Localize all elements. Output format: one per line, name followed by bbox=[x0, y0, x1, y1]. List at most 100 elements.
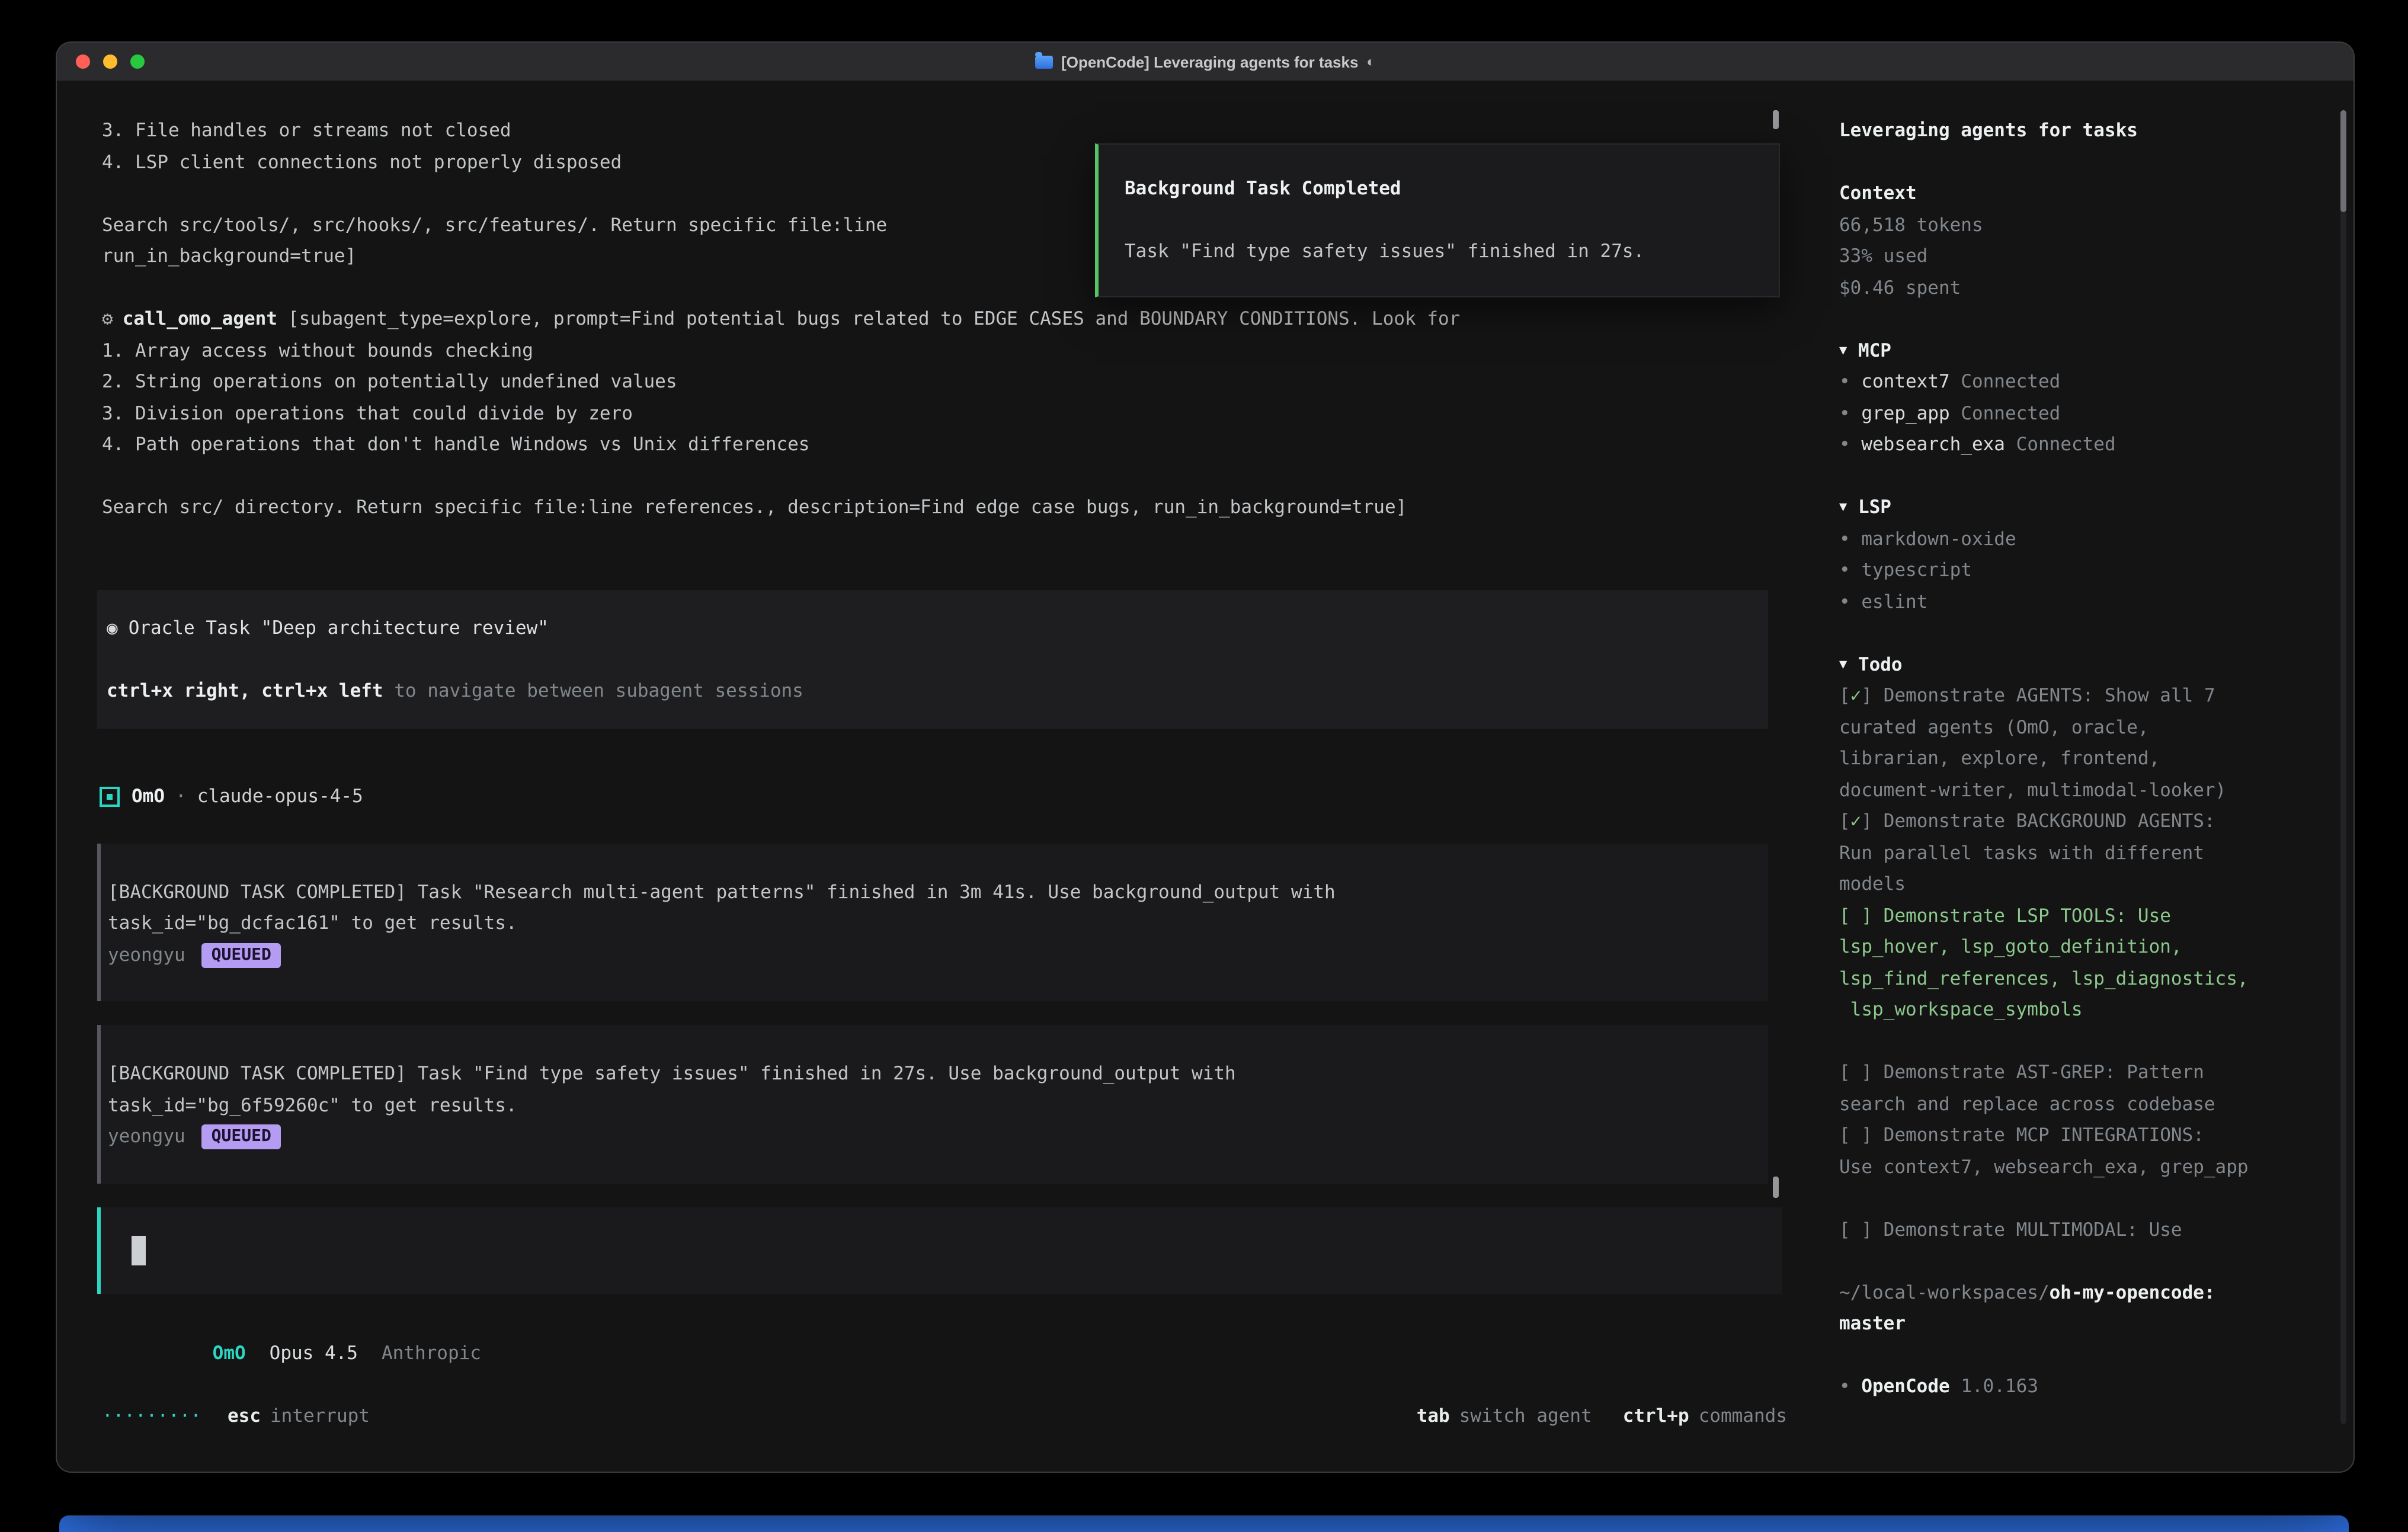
todo-item-line: [✓] Demonstrate BACKGROUND AGENTS: bbox=[1839, 806, 2332, 837]
tool-name: call_omo_agent bbox=[123, 308, 277, 329]
terminal-line bbox=[102, 460, 1823, 492]
lsp-item: • markdown-oxide bbox=[1839, 523, 2332, 555]
message-block: [BACKGROUND TASK COMPLETED] Task "Resear… bbox=[97, 843, 1768, 1001]
tool-call-line: ⚙call_omo_agent[subagent_type=explore, p… bbox=[102, 303, 1823, 335]
context-stats: 66,518 tokens33% used$0.46 spent bbox=[1839, 209, 2332, 303]
message-meta-row: yeongyu QUEUED bbox=[108, 939, 1747, 970]
agent-name: OmO bbox=[132, 781, 165, 812]
todo-item-line: lsp_hover, lsp_goto_definition, bbox=[1839, 931, 2332, 963]
message-author: yeongyu bbox=[108, 944, 185, 965]
message-meta-row: yeongyu QUEUED bbox=[108, 1121, 1747, 1152]
todo-item-line: search and replace across codebase bbox=[1839, 1088, 2332, 1120]
sidebar: Leveraging agents for tasks Context 66,5… bbox=[1823, 82, 2353, 1472]
blank-line bbox=[1125, 204, 1753, 236]
todo-item-line: Use context7, websearch_exa, grep_app bbox=[1839, 1151, 2332, 1182]
toast-body: Task "Find type safety issues" finished … bbox=[1125, 236, 1753, 267]
mcp-item: • websearch_exa Connected bbox=[1839, 429, 2332, 460]
terminal-line: Search src/ directory. Return specific f… bbox=[102, 492, 1823, 523]
app-name: OpenCode bbox=[1861, 1376, 1949, 1397]
mcp-heading[interactable]: ▼ MCP bbox=[1839, 335, 2332, 366]
terminal-line: $0.46 spent bbox=[1839, 272, 2332, 303]
terminal-line: 33% used bbox=[1839, 241, 2332, 272]
lsp-item: • eslint bbox=[1839, 586, 2332, 617]
workspace-repo: oh-my-opencode: bbox=[2050, 1281, 2215, 1303]
terminal-line bbox=[1839, 1025, 2332, 1057]
desktop: [OpenCode] Leveraging agents for tasks ◐… bbox=[0, 0, 2408, 1532]
tool-call-output: 1. Array access without bounds checking2… bbox=[57, 335, 1823, 523]
todo-item-line: lsp_workspace_symbols bbox=[1839, 994, 2332, 1025]
status-badge: QUEUED bbox=[202, 1124, 281, 1149]
model-bar-agent: OmO bbox=[213, 1342, 246, 1363]
todo-item-line: [ ] Demonstrate AST-GREP: Pattern bbox=[1839, 1057, 2332, 1088]
status-badge: QUEUED bbox=[202, 943, 281, 967]
message-text: [BACKGROUND TASK COMPLETED] Task "Resear… bbox=[108, 876, 1747, 939]
tool-args: [subagent_type=explore, prompt=Find pote… bbox=[288, 308, 1460, 329]
agent-icon bbox=[100, 787, 120, 807]
message-author: yeongyu bbox=[108, 1126, 185, 1147]
spinner-dots: ········· bbox=[102, 1400, 201, 1431]
message-block: [BACKGROUND TASK COMPLETED] Task "Find t… bbox=[97, 1025, 1768, 1183]
terminal-line: task_id="bg_dcfac161" to get results. bbox=[108, 908, 1747, 939]
todo-item-line: models bbox=[1839, 868, 2332, 900]
prompt-input[interactable] bbox=[97, 1207, 1782, 1294]
chevron-down-icon: ▼ bbox=[1839, 342, 1847, 357]
mcp-item: • grep_app Connected bbox=[1839, 398, 2332, 429]
todo-list: [✓] Demonstrate AGENTS: Show all 7curate… bbox=[1839, 680, 2332, 1245]
agent-model: claude-opus-4-5 bbox=[197, 781, 363, 812]
mcp-list: • context7 Connected• grep_app Connected… bbox=[1839, 366, 2332, 460]
workspace-path: ~/local-workspaces/oh-my-opencode: bbox=[1839, 1277, 2332, 1308]
model-bar: OmOOpus 4.5Anthropic bbox=[57, 1306, 1823, 1400]
agent-separator: · bbox=[175, 781, 187, 812]
sidebar-scrollbar-track[interactable] bbox=[2340, 110, 2346, 1424]
terminal-window: [OpenCode] Leveraging agents for tasks ◐… bbox=[57, 43, 2353, 1472]
todo-item-line: curated agents (OmO, oracle, bbox=[1839, 711, 2332, 743]
close-window-button[interactable] bbox=[76, 55, 90, 69]
hint-keys: ctrl+x right, ctrl+x left bbox=[107, 680, 383, 701]
bullet-icon: • bbox=[1839, 1376, 1861, 1397]
terminal-line bbox=[1839, 1182, 2332, 1214]
workspace-prefix: ~/local-workspaces/ bbox=[1839, 1281, 2050, 1303]
lsp-item: • typescript bbox=[1839, 555, 2332, 586]
terminal-line: 4. Path operations that don't handle Win… bbox=[102, 429, 1823, 460]
text-cursor bbox=[132, 1236, 146, 1265]
session-title: Leveraging agents for tasks bbox=[1839, 115, 2332, 146]
esc-key-hint: esc bbox=[228, 1400, 261, 1431]
terminal-line: 2. String operations on potentially unde… bbox=[102, 366, 1823, 398]
background-task-toast: Background Task Completed Task "Find typ… bbox=[1095, 143, 1780, 297]
agent-header: OmO · claude-opus-4-5 bbox=[100, 781, 1823, 812]
ctrlp-key-hint: ctrl+p bbox=[1623, 1400, 1689, 1431]
window-title: [OpenCode] Leveraging agents for tasks bbox=[1061, 53, 1358, 70]
status-bar-right: tab switch agent ctrl+p commands bbox=[1417, 1400, 1787, 1431]
background-window-strip bbox=[59, 1515, 2349, 1532]
oracle-task-panel[interactable]: ◉Oracle Task "Deep architecture review" … bbox=[97, 589, 1768, 729]
toast-title: Background Task Completed bbox=[1125, 173, 1753, 204]
sidebar-scrollbar-thumb[interactable] bbox=[2340, 110, 2346, 212]
todo-item-line: document-writer, multimodal-looker) bbox=[1839, 774, 2332, 806]
terminal-line: 3. Division operations that could divide… bbox=[102, 398, 1823, 429]
todo-item-line: Run parallel tasks with different bbox=[1839, 837, 2332, 868]
window-title-area: [OpenCode] Leveraging agents for tasks ◐ bbox=[1035, 43, 1375, 81]
lsp-heading[interactable]: ▼ LSP bbox=[1839, 492, 2332, 523]
todo-item-line: [ ] Demonstrate MCP INTEGRATIONS: bbox=[1839, 1120, 2332, 1151]
todo-item-line: [✓] Demonstrate AGENTS: Show all 7 bbox=[1839, 680, 2332, 711]
oracle-title-line: ◉Oracle Task "Deep architecture review" bbox=[107, 612, 1744, 643]
blank-line bbox=[1839, 303, 2332, 335]
terminal-line: 1. Array access without bounds checking bbox=[102, 335, 1823, 366]
todo-item-line: librarian, explore, frontend, bbox=[1839, 743, 2332, 774]
workspace-branch: master bbox=[1839, 1308, 2332, 1339]
blank-line bbox=[1839, 1245, 2332, 1277]
hint-text: to navigate between subagent sessions bbox=[383, 680, 803, 701]
zoom-window-button[interactable] bbox=[130, 55, 145, 69]
todo-item-line: [ ] Demonstrate MULTIMODAL: Use bbox=[1839, 1214, 2332, 1245]
message-text: [BACKGROUND TASK COMPLETED] Task "Find t… bbox=[108, 1058, 1747, 1121]
main-scrollbar-thumb-2[interactable] bbox=[1773, 1177, 1779, 1198]
main-scrollbar-thumb[interactable] bbox=[1773, 110, 1779, 129]
model-bar-model: Opus 4.5 bbox=[270, 1342, 358, 1363]
status-bar: ········· esc interrupt tab switch agent… bbox=[57, 1400, 1823, 1431]
tab-key-label: switch agent bbox=[1459, 1400, 1592, 1431]
oracle-hint-line: ctrl+x right, ctrl+x left to navigate be… bbox=[107, 675, 1744, 706]
chevron-down-icon: ▼ bbox=[1839, 656, 1847, 671]
minimize-window-button[interactable] bbox=[103, 55, 117, 69]
todo-heading[interactable]: ▼ Todo bbox=[1839, 649, 2332, 680]
chevron-down-icon: ▼ bbox=[1839, 499, 1847, 514]
